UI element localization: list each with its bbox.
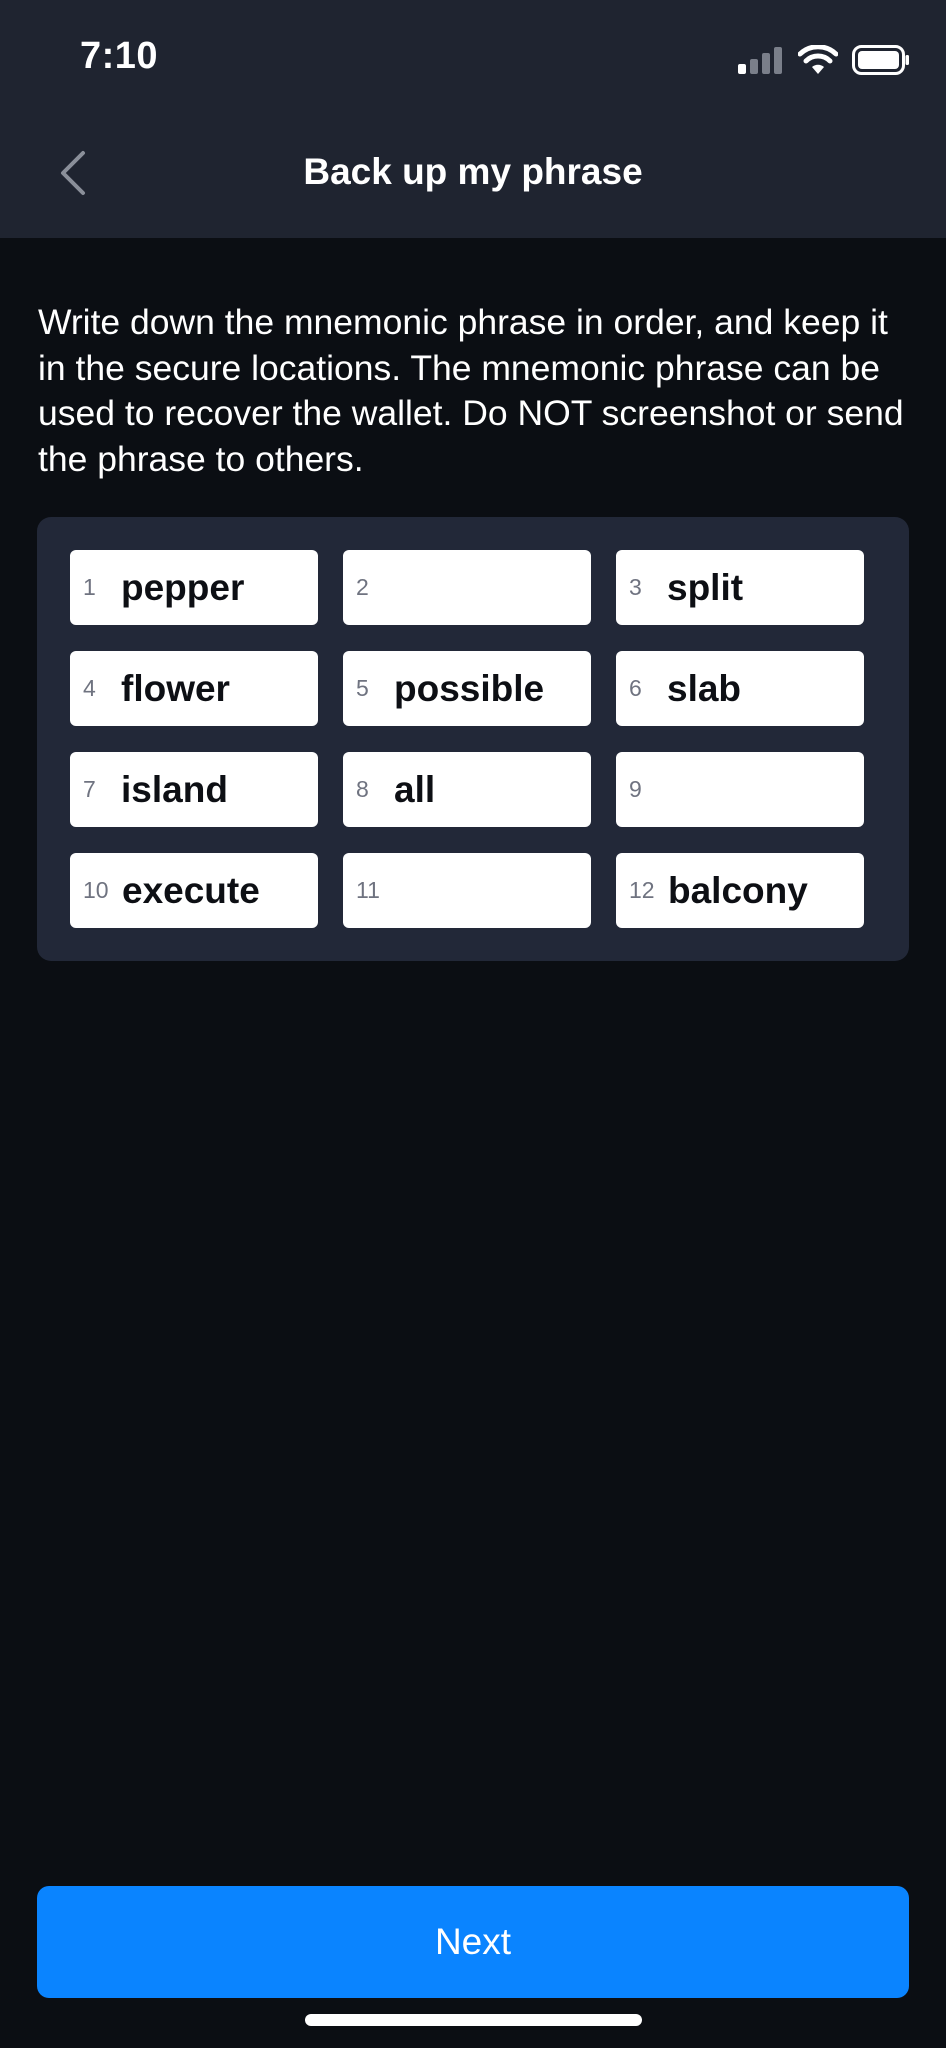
word-cell: 7 island [70, 752, 318, 827]
word-cell: 8 all [343, 752, 591, 827]
home-indicator [305, 2014, 642, 2026]
word-index: 6 [629, 675, 642, 701]
word-text: all [394, 768, 436, 810]
header-area: 7:10 Back up my phrase [0, 0, 946, 238]
word-cell: 12 balcony [616, 853, 864, 928]
word-text: execute [122, 869, 260, 911]
backup-phrase-screen: 7:10 Back up my phrase Write down the mn… [0, 0, 946, 2048]
word-index: 5 [356, 675, 369, 701]
word-index: 7 [83, 776, 96, 802]
status-bar: 7:10 [0, 0, 946, 115]
word-cell: 1 pepper [70, 550, 318, 625]
word-text: flower [121, 667, 230, 709]
battery-icon [852, 45, 910, 75]
word-cell: 3 split [616, 550, 864, 625]
nav-bar: Back up my phrase [0, 115, 946, 238]
instructions-text: Write down the mnemonic phrase in order,… [38, 302, 904, 479]
word-cell: 5 possible [343, 651, 591, 726]
word-index: 10 [83, 877, 109, 903]
wifi-icon [798, 45, 838, 75]
word-index: 12 [629, 877, 655, 903]
word-text: balcony [668, 869, 808, 911]
word-index: 8 [356, 776, 369, 802]
status-icons [738, 40, 910, 80]
word-cell: 11 [343, 853, 591, 928]
word-index: 11 [356, 877, 380, 903]
cellular-signal-icon [738, 46, 784, 74]
next-button[interactable]: Next [37, 1886, 909, 1998]
mnemonic-phrase-panel: 1 pepper 2 3 split 4 flower 5 possible 6 [37, 517, 909, 961]
word-text: island [121, 768, 228, 810]
word-cell: 2 [343, 550, 591, 625]
word-cell: 4 flower [70, 651, 318, 726]
word-text: split [667, 566, 744, 608]
word-index: 9 [629, 776, 642, 802]
word-index: 2 [356, 574, 369, 600]
page-title: Back up my phrase [303, 151, 643, 192]
word-cell: 9 [616, 752, 864, 827]
word-index: 4 [83, 675, 96, 701]
word-index: 3 [629, 574, 642, 600]
status-time: 7:10 [80, 35, 159, 77]
word-text: possible [394, 667, 545, 709]
word-index: 1 [83, 574, 96, 600]
word-grid: 1 pepper 2 3 split 4 flower 5 possible 6 [70, 550, 864, 928]
word-text: slab [667, 667, 742, 709]
word-cell: 6 slab [616, 651, 864, 726]
word-text: pepper [121, 566, 245, 608]
word-cell: 10 execute [70, 853, 318, 928]
